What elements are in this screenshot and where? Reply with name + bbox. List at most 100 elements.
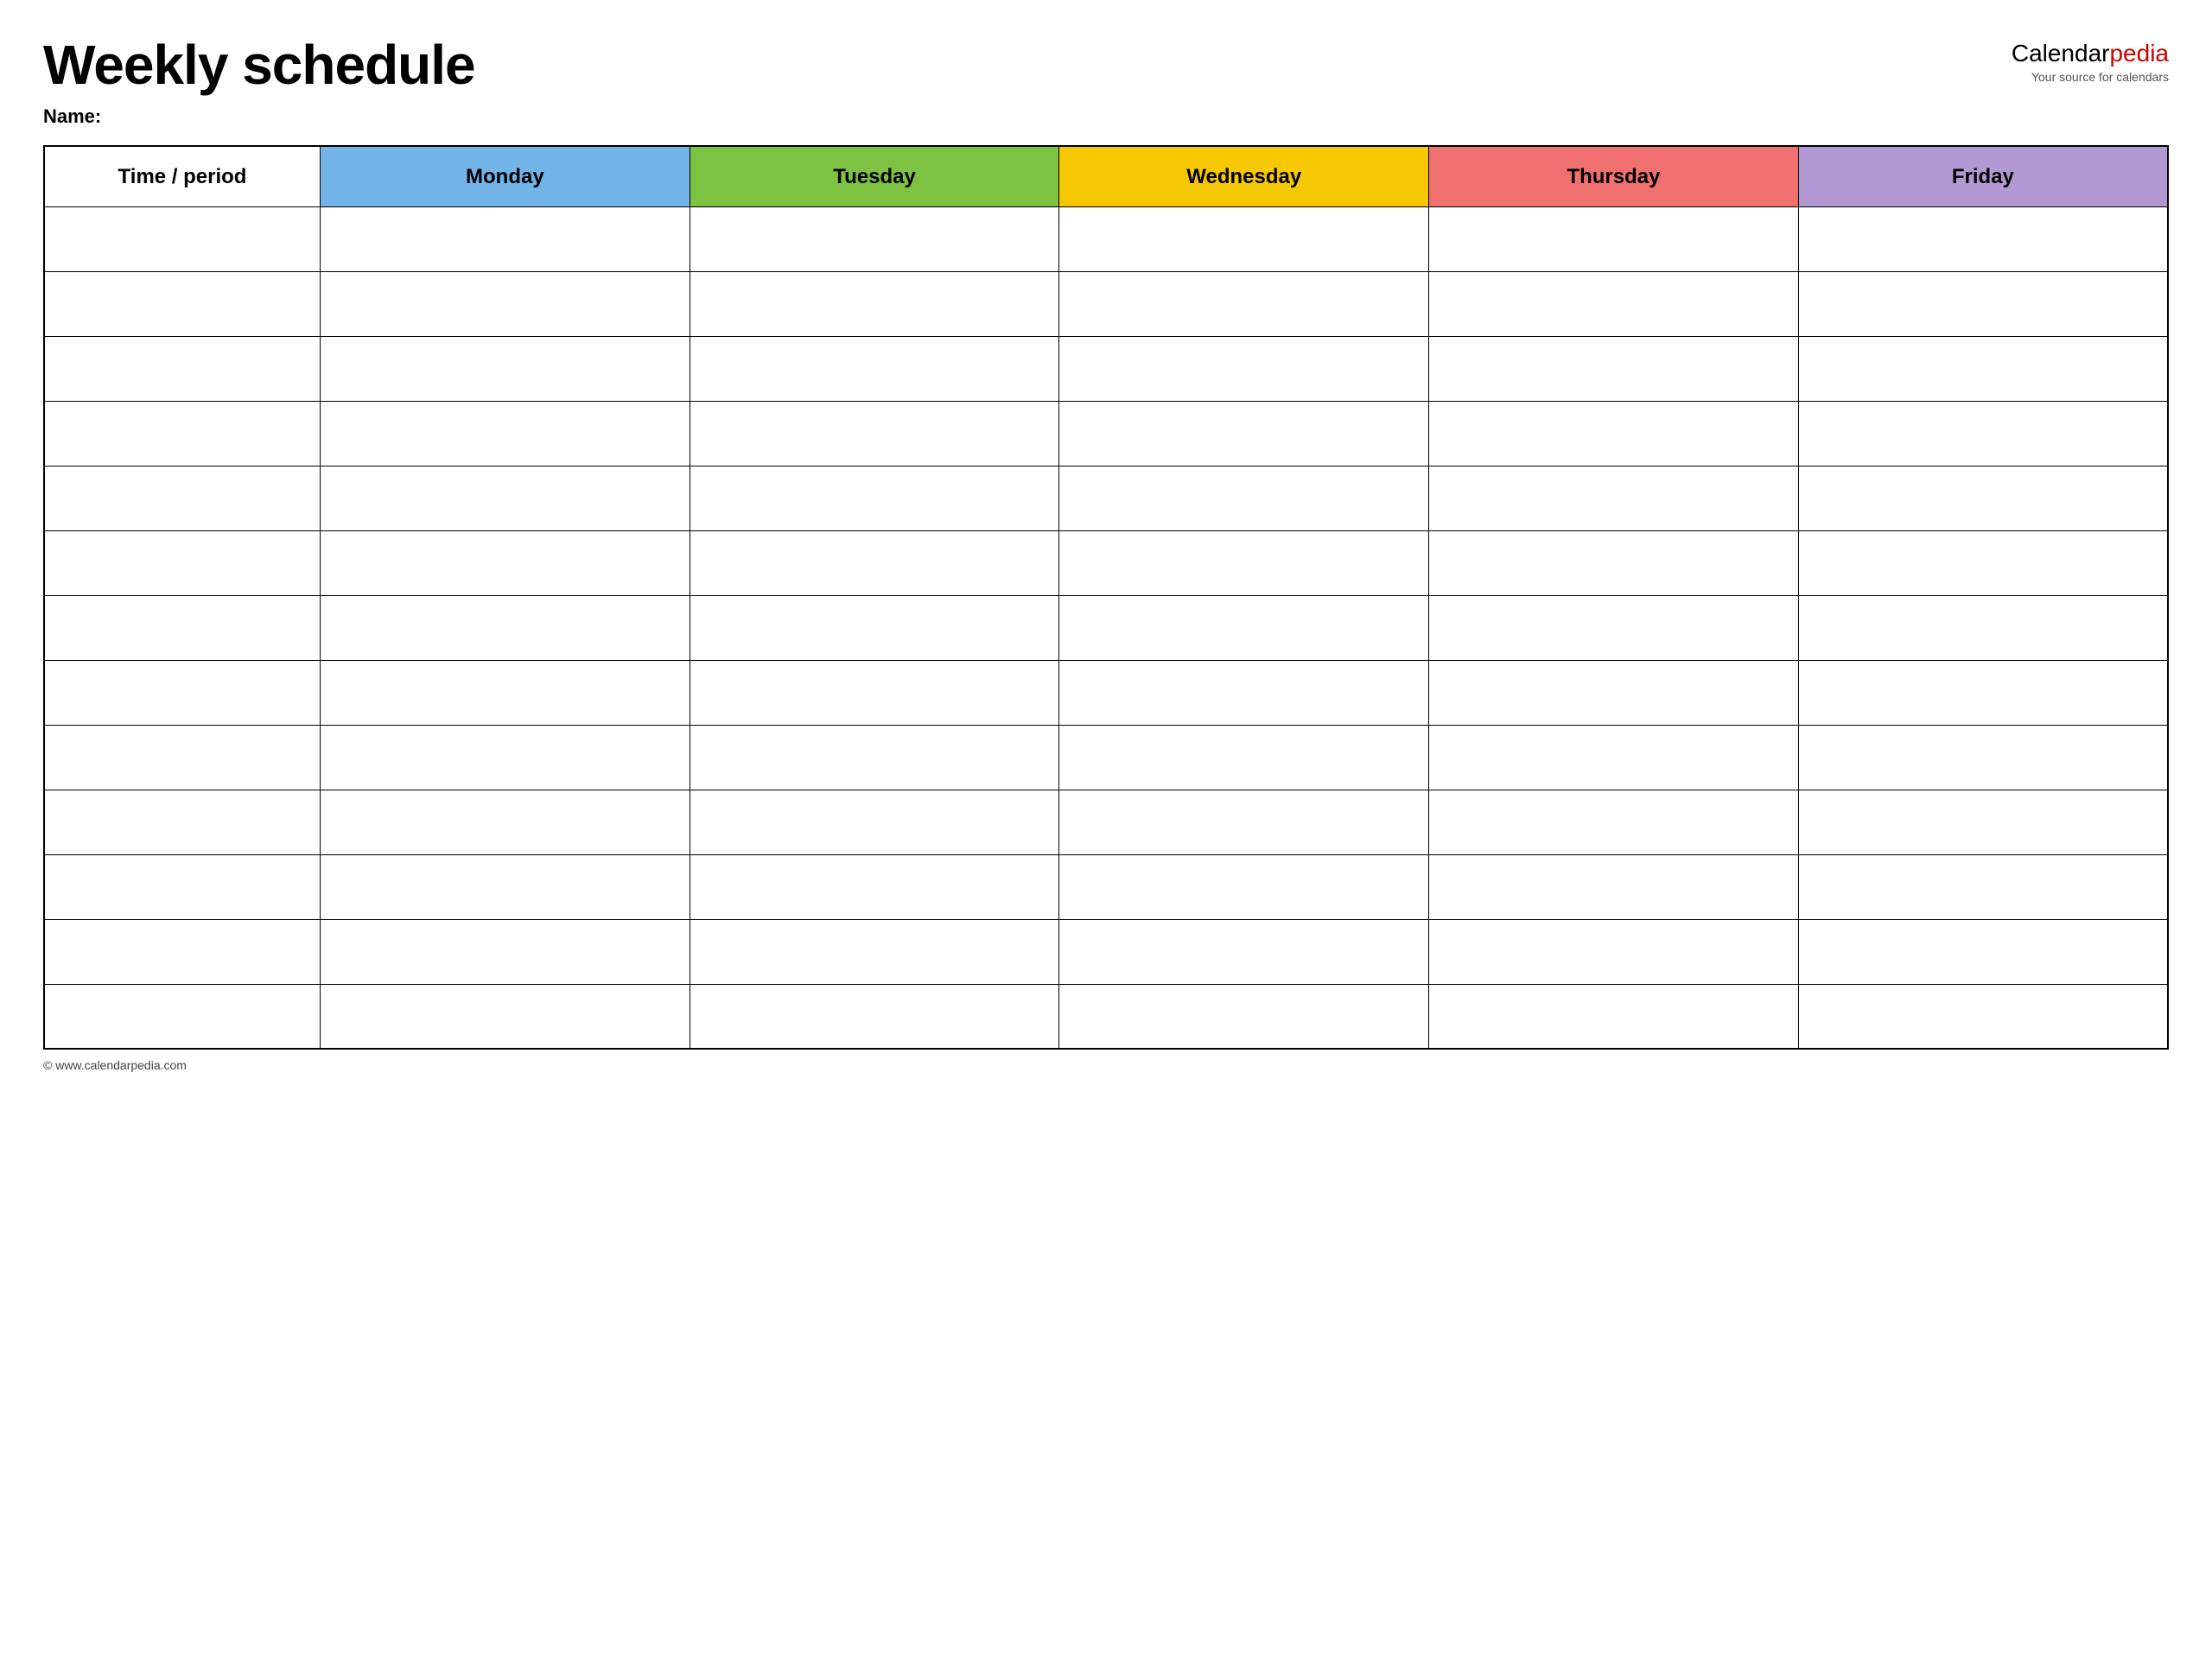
schedule-cell[interactable] [690, 854, 1059, 919]
col-header-time: Time / period [44, 146, 321, 206]
schedule-cell[interactable] [1429, 530, 1799, 595]
schedule-cell[interactable] [690, 660, 1059, 725]
schedule-cell[interactable] [1059, 336, 1429, 401]
table-row [44, 401, 2168, 466]
schedule-cell[interactable] [1059, 790, 1429, 854]
schedule-cell[interactable] [690, 271, 1059, 336]
schedule-cell[interactable] [690, 790, 1059, 854]
schedule-cell[interactable] [1798, 919, 2168, 984]
schedule-cell[interactable] [321, 271, 690, 336]
schedule-cell[interactable] [1798, 530, 2168, 595]
page-wrapper: Weekly schedule Name: Calendarpedia Your… [43, 35, 2169, 1072]
header-row: Time / period Monday Tuesday Wednesday T… [44, 146, 2168, 206]
schedule-cell[interactable] [690, 206, 1059, 271]
table-row [44, 206, 2168, 271]
schedule-cell[interactable] [1798, 984, 2168, 1049]
schedule-cell[interactable] [1798, 466, 2168, 530]
schedule-cell[interactable] [321, 660, 690, 725]
schedule-table: Time / period Monday Tuesday Wednesday T… [43, 145, 2169, 1050]
schedule-cell[interactable] [321, 466, 690, 530]
schedule-cell[interactable] [321, 984, 690, 1049]
time-cell[interactable] [44, 336, 321, 401]
schedule-cell[interactable] [690, 401, 1059, 466]
logo-block: Calendarpedia Your source for calendars [2012, 35, 2169, 84]
schedule-cell[interactable] [690, 725, 1059, 790]
schedule-cell[interactable] [1059, 984, 1429, 1049]
time-cell[interactable] [44, 660, 321, 725]
schedule-cell[interactable] [321, 919, 690, 984]
table-row [44, 466, 2168, 530]
time-cell[interactable] [44, 401, 321, 466]
schedule-cell[interactable] [1429, 660, 1799, 725]
schedule-cell[interactable] [321, 206, 690, 271]
name-label: Name: [43, 105, 475, 128]
time-cell[interactable] [44, 595, 321, 660]
schedule-cell[interactable] [1429, 466, 1799, 530]
schedule-cell[interactable] [1798, 725, 2168, 790]
schedule-cell[interactable] [1798, 401, 2168, 466]
table-row [44, 919, 2168, 984]
schedule-cell[interactable] [321, 336, 690, 401]
schedule-cell[interactable] [1798, 271, 2168, 336]
logo-text: Calendarpedia [2012, 39, 2169, 68]
time-cell[interactable] [44, 790, 321, 854]
schedule-cell[interactable] [1798, 790, 2168, 854]
time-cell[interactable] [44, 725, 321, 790]
schedule-cell[interactable] [321, 854, 690, 919]
schedule-cell[interactable] [1798, 336, 2168, 401]
time-cell[interactable] [44, 206, 321, 271]
time-cell[interactable] [44, 466, 321, 530]
schedule-cell[interactable] [1059, 206, 1429, 271]
schedule-cell[interactable] [690, 595, 1059, 660]
schedule-cell[interactable] [321, 725, 690, 790]
table-row [44, 336, 2168, 401]
schedule-cell[interactable] [1798, 660, 2168, 725]
schedule-cell[interactable] [690, 530, 1059, 595]
schedule-cell[interactable] [1059, 466, 1429, 530]
schedule-cell[interactable] [1429, 336, 1799, 401]
schedule-cell[interactable] [1059, 854, 1429, 919]
schedule-cell[interactable] [690, 336, 1059, 401]
table-row [44, 790, 2168, 854]
schedule-cell[interactable] [321, 401, 690, 466]
time-cell[interactable] [44, 854, 321, 919]
table-row [44, 530, 2168, 595]
schedule-cell[interactable] [1059, 595, 1429, 660]
schedule-cell[interactable] [1059, 725, 1429, 790]
schedule-cell[interactable] [1059, 530, 1429, 595]
schedule-cell[interactable] [1429, 206, 1799, 271]
schedule-cell[interactable] [1429, 790, 1799, 854]
schedule-cell[interactable] [1429, 401, 1799, 466]
schedule-cell[interactable] [1429, 984, 1799, 1049]
schedule-cell[interactable] [321, 790, 690, 854]
schedule-cell[interactable] [690, 466, 1059, 530]
title-block: Weekly schedule Name: [43, 35, 475, 128]
table-row [44, 854, 2168, 919]
footer: © www.calendarpedia.com [43, 1058, 2169, 1072]
time-cell[interactable] [44, 919, 321, 984]
time-cell[interactable] [44, 271, 321, 336]
table-row [44, 595, 2168, 660]
schedule-cell[interactable] [1059, 271, 1429, 336]
schedule-cell[interactable] [1059, 401, 1429, 466]
main-title: Weekly schedule [43, 35, 475, 95]
logo-pedia-part: pedia [2109, 40, 2169, 67]
header-section: Weekly schedule Name: Calendarpedia Your… [43, 35, 2169, 128]
schedule-cell[interactable] [321, 595, 690, 660]
schedule-cell[interactable] [690, 984, 1059, 1049]
schedule-cell[interactable] [1059, 919, 1429, 984]
schedule-cell[interactable] [1059, 660, 1429, 725]
time-cell[interactable] [44, 984, 321, 1049]
schedule-cell[interactable] [690, 919, 1059, 984]
schedule-cell[interactable] [1429, 919, 1799, 984]
schedule-cell[interactable] [1429, 271, 1799, 336]
schedule-cell[interactable] [1429, 595, 1799, 660]
schedule-cell[interactable] [321, 530, 690, 595]
schedule-cell[interactable] [1798, 595, 2168, 660]
schedule-cell[interactable] [1429, 854, 1799, 919]
schedule-cell[interactable] [1429, 725, 1799, 790]
time-cell[interactable] [44, 530, 321, 595]
schedule-cell[interactable] [1798, 854, 2168, 919]
footer-url: © www.calendarpedia.com [43, 1058, 187, 1072]
schedule-cell[interactable] [1798, 206, 2168, 271]
